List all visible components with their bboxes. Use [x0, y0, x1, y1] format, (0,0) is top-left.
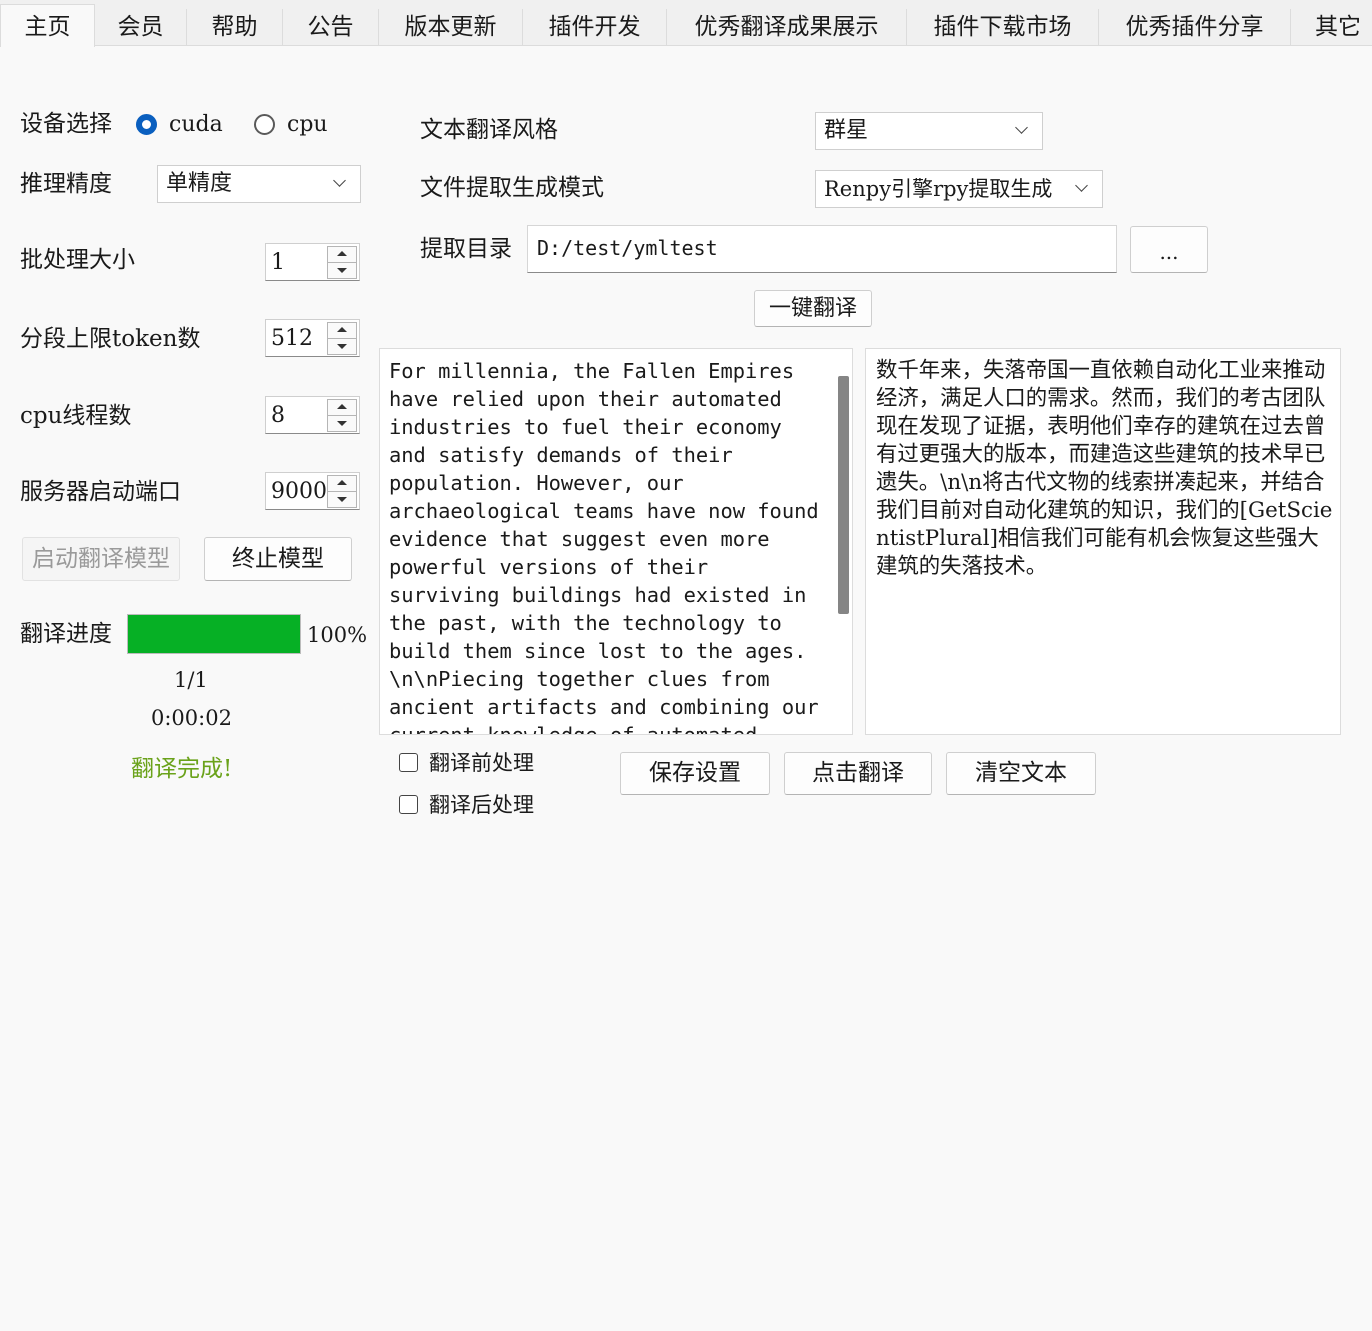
- tab-plugin-market[interactable]: 插件下载市场: [907, 9, 1099, 45]
- spin-down-button[interactable]: [327, 415, 357, 432]
- style-select[interactable]: 群星: [815, 112, 1043, 150]
- device-label: 设备选择: [20, 111, 112, 137]
- cpu-label[interactable]: cpu: [287, 110, 328, 140]
- source-text: For millennia, the Fallen Empires have r…: [389, 359, 819, 735]
- pre-process-checkbox[interactable]: [399, 753, 418, 772]
- cuda-label[interactable]: cuda: [169, 110, 223, 140]
- browse-button[interactable]: ...: [1130, 226, 1208, 273]
- arrow-down-icon: [337, 421, 347, 426]
- target-text: 数千年来，失落帝国一直依赖自动化工业来推动经济，满足人口的需求。然而，我们的考古…: [876, 358, 1333, 579]
- tab-announcement[interactable]: 公告: [283, 9, 379, 45]
- progress-percent: 100%: [307, 623, 368, 647]
- tab-other[interactable]: 其它: [1291, 9, 1372, 45]
- pre-process-label[interactable]: 翻译前处理: [429, 748, 534, 778]
- post-process-label[interactable]: 翻译后处理: [429, 790, 534, 820]
- progress-label: 翻译进度: [20, 621, 112, 647]
- dir-input[interactable]: D:/test/ymltest: [527, 225, 1117, 273]
- threads-value: 8: [271, 403, 285, 428]
- translate-button[interactable]: 点击翻译: [784, 752, 932, 795]
- stop-model-button[interactable]: 终止模型: [204, 537, 352, 581]
- spin-up-button[interactable]: [327, 399, 357, 416]
- port-spinbox[interactable]: 9000: [265, 472, 360, 510]
- chevron-down-icon: [1075, 179, 1088, 192]
- spin-down-button[interactable]: [327, 338, 357, 355]
- spin-down-button[interactable]: [327, 262, 357, 279]
- arrow-up-icon: [337, 251, 347, 256]
- cpu-radio[interactable]: [254, 114, 275, 135]
- style-label: 文本翻译风格: [420, 117, 558, 143]
- tab-member[interactable]: 会员: [95, 9, 187, 45]
- mode-select[interactable]: Renpy引擎rpy提取生成: [815, 170, 1103, 208]
- one-click-translate-button[interactable]: 一键翻译: [754, 290, 872, 327]
- progress-count: 1/1: [174, 668, 208, 692]
- tab-plugin-share[interactable]: 优秀插件分享: [1099, 9, 1291, 45]
- clear-text-button[interactable]: 清空文本: [946, 752, 1096, 795]
- source-textarea[interactable]: For millennia, the Fallen Empires have r…: [379, 348, 853, 735]
- batch-value: 1: [271, 250, 285, 275]
- arrow-up-icon: [337, 404, 347, 409]
- tab-version-update[interactable]: 版本更新: [379, 9, 523, 45]
- spin-up-button[interactable]: [327, 475, 357, 492]
- mode-value: Renpy引擎rpy提取生成: [824, 177, 1053, 201]
- elapsed-time: 0:00:02: [151, 706, 232, 730]
- chevron-down-icon: [1015, 121, 1028, 134]
- tab-help[interactable]: 帮助: [187, 9, 283, 45]
- arrow-up-icon: [337, 480, 347, 485]
- spin-up-button[interactable]: [327, 246, 357, 263]
- progress-fill: [128, 615, 300, 653]
- mode-label: 文件提取生成模式: [420, 175, 604, 201]
- tokens-spinbox[interactable]: 512: [265, 319, 360, 357]
- arrow-up-icon: [337, 327, 347, 332]
- port-label: 服务器启动端口: [20, 479, 181, 505]
- scrollbar[interactable]: [830, 349, 852, 734]
- dir-label: 提取目录: [420, 236, 512, 262]
- progress-bar: [127, 614, 301, 654]
- port-value: 9000: [271, 479, 327, 504]
- arrow-down-icon: [337, 268, 347, 273]
- spin-up-button[interactable]: [327, 322, 357, 339]
- status-text: 翻译完成!: [131, 756, 233, 782]
- tab-bar: 主页 会员 帮助 公告 版本更新 插件开发 优秀翻译成果展示 插件下载市场 优秀…: [0, 0, 1372, 47]
- threads-label: cpu线程数: [20, 403, 132, 429]
- arrow-down-icon: [337, 344, 347, 349]
- post-process-checkbox[interactable]: [399, 795, 418, 814]
- scrollbar-thumb[interactable]: [838, 376, 849, 614]
- batch-label: 批处理大小: [20, 247, 135, 273]
- threads-spinbox[interactable]: 8: [265, 396, 360, 434]
- cuda-radio[interactable]: [136, 114, 157, 135]
- precision-label: 推理精度: [20, 171, 112, 197]
- tokens-label: 分段上限token数: [20, 326, 201, 352]
- tokens-value: 512: [271, 326, 313, 351]
- style-value: 群星: [824, 118, 869, 143]
- arrow-down-icon: [337, 497, 347, 502]
- tab-home[interactable]: 主页: [0, 4, 95, 47]
- target-textarea[interactable]: 数千年来，失落帝国一直依赖自动化工业来推动经济，满足人口的需求。然而，我们的考古…: [865, 348, 1341, 735]
- batch-spinbox[interactable]: 1: [265, 243, 360, 281]
- tab-showcase[interactable]: 优秀翻译成果展示: [667, 9, 907, 45]
- tab-plugin-dev[interactable]: 插件开发: [523, 9, 667, 45]
- save-settings-button[interactable]: 保存设置: [620, 752, 770, 795]
- spin-down-button[interactable]: [327, 491, 357, 508]
- chevron-down-icon: [333, 174, 346, 187]
- start-model-button[interactable]: 启动翻译模型: [22, 537, 180, 581]
- precision-select[interactable]: 单精度: [157, 165, 361, 203]
- precision-value: 单精度: [166, 171, 233, 196]
